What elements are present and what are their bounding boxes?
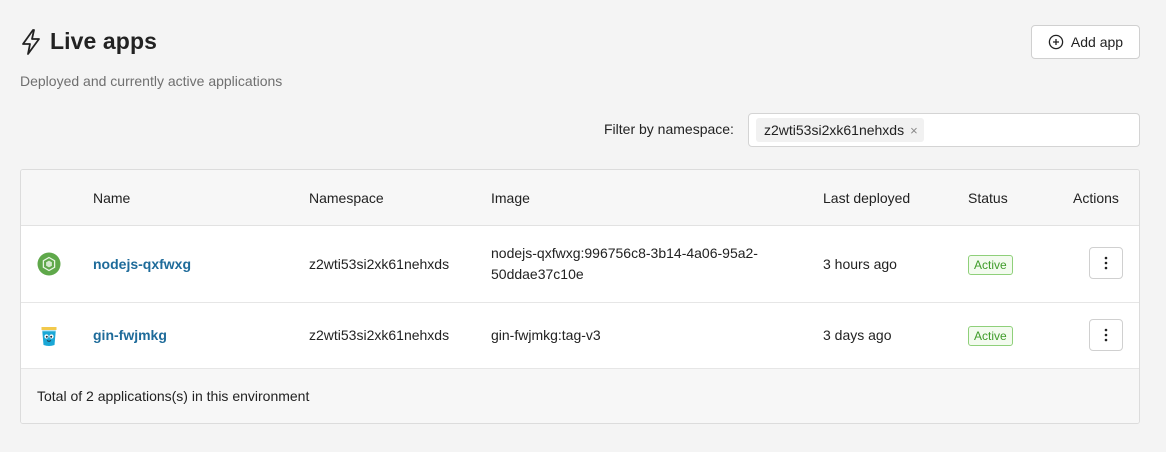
page-title: Live apps xyxy=(50,28,157,54)
column-header-name[interactable]: Name xyxy=(93,190,130,206)
namespace-chip: z2wti53si2xk61nehxds × xyxy=(756,118,924,142)
column-header-status[interactable]: Status xyxy=(968,190,1008,206)
more-vertical-icon xyxy=(1104,328,1108,342)
status-badge: Active xyxy=(968,255,1013,275)
row-actions-button[interactable] xyxy=(1089,247,1123,279)
app-name-link[interactable]: nodejs-qxfwxg xyxy=(93,254,191,275)
image-cell-line1: nodejs-qxfwxg:996756c8-3b14-4a06-95a2- xyxy=(491,245,758,261)
image-cell-line2: 50ddae37c10e xyxy=(491,266,584,282)
nodejs-logo-icon xyxy=(37,252,61,276)
filter-label: Filter by namespace: xyxy=(604,121,734,137)
namespace-chip-label: z2wti53si2xk61nehxds xyxy=(764,122,905,138)
table-footer: Total of 2 applications(s) in this envir… xyxy=(21,369,1139,423)
add-app-button[interactable]: Add app xyxy=(1031,25,1140,59)
table-summary: Total of 2 applications(s) in this envir… xyxy=(37,388,310,404)
add-app-label: Add app xyxy=(1070,34,1124,50)
app-name-link[interactable]: gin-fwjmkg xyxy=(93,325,167,346)
table-row: nodejs-qxfwxg z2wti53si2xk61nehxds nodej… xyxy=(21,226,1139,303)
page-subtitle: Deployed and currently active applicatio… xyxy=(20,73,283,89)
column-header-namespace[interactable]: Namespace xyxy=(309,190,384,206)
table-header: Name Namespace Image Last deployed Statu… xyxy=(21,170,1139,226)
gin-logo-icon xyxy=(41,327,57,346)
plus-circle-icon xyxy=(1048,34,1064,50)
image-cell-line1: gin-fwjmkg:tag-v3 xyxy=(491,327,601,343)
lightning-bolt-icon xyxy=(22,28,40,55)
table-row: gin-fwjmkg z2wti53si2xk61nehxds gin-fwjm… xyxy=(21,303,1139,369)
namespace-cell: z2wti53si2xk61nehxds xyxy=(309,327,450,343)
column-header-actions: Actions xyxy=(1073,190,1119,206)
more-vertical-icon xyxy=(1104,256,1108,270)
row-actions-button[interactable] xyxy=(1089,319,1123,351)
column-header-last-deployed[interactable]: Last deployed xyxy=(823,190,910,206)
apps-table: Name Namespace Image Last deployed Statu… xyxy=(20,169,1140,424)
namespace-filter-input[interactable]: z2wti53si2xk61nehxds × xyxy=(748,113,1140,147)
column-header-image[interactable]: Image xyxy=(491,190,530,206)
last-deployed-cell: 3 hours ago xyxy=(823,256,897,272)
last-deployed-cell: 3 days ago xyxy=(823,327,892,343)
namespace-cell: z2wti53si2xk61nehxds xyxy=(309,256,450,272)
chip-remove-icon[interactable]: × xyxy=(910,123,918,138)
status-badge: Active xyxy=(968,326,1013,346)
page-header: Live apps xyxy=(20,28,157,55)
